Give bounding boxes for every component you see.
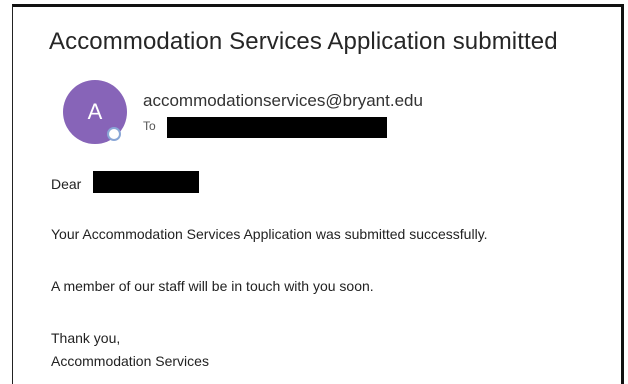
closing-line: Thank you, [51,330,121,346]
greeting-text: Dear [51,176,81,192]
presence-status-icon [107,127,121,141]
redacted-recipient [167,117,387,138]
body-paragraph-1: Your Accommodation Services Application … [51,226,488,242]
email-subject: Accommodation Services Application submi… [49,28,558,55]
sender-email-address[interactable]: accommodationservices@bryant.edu [143,91,423,111]
greeting-word: Dear [51,176,82,192]
avatar-initial: A [87,99,103,124]
body-paragraph-2: A member of our staff will be in touch w… [51,278,374,294]
email-message-frame: Accommodation Services Application submi… [12,4,624,384]
to-label: To [143,119,156,133]
signature-line: Accommodation Services [51,353,209,369]
redacted-name [93,171,199,193]
